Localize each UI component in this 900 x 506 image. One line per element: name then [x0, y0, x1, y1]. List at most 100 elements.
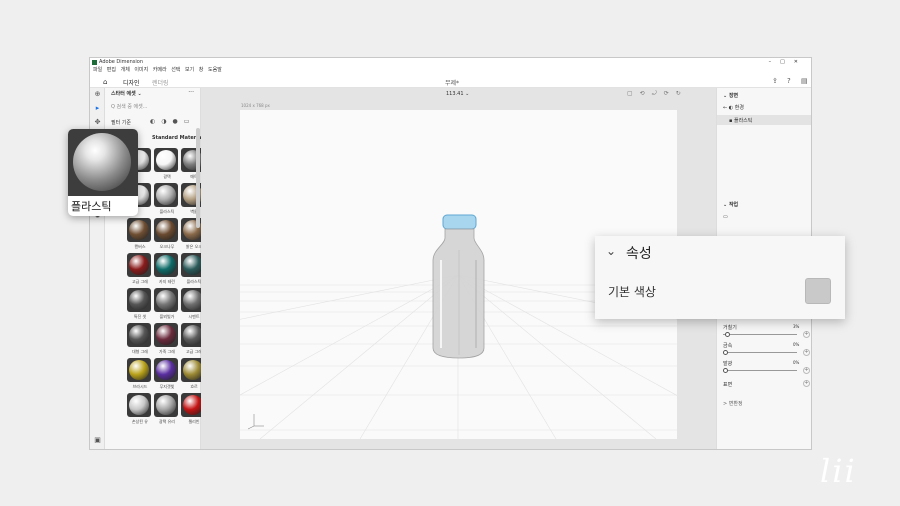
slider-knob[interactable]: [725, 332, 731, 337]
close-icon[interactable]: ✕: [794, 59, 807, 65]
menu-help[interactable]: 도움말: [208, 67, 222, 73]
material-tile[interactable]: 플뫼빛가: [154, 288, 180, 323]
help-icon[interactable]: ?: [787, 77, 791, 85]
menu-file[interactable]: 파일: [93, 67, 102, 73]
menu-edit[interactable]: 편집: [107, 67, 116, 73]
more-icon[interactable]: ···: [188, 89, 194, 96]
add-icon[interactable]: ⊕: [93, 90, 102, 99]
material-tile[interactable]: 광택 유리: [154, 393, 180, 428]
material-tile[interactable]: 오크나무: [154, 218, 180, 253]
filter-icons[interactable]: ◐◑●▭: [150, 118, 195, 125]
tab-render[interactable]: 렌더링: [152, 78, 169, 87]
material-label: 캔버스: [134, 244, 146, 249]
material-swatch: [127, 218, 151, 242]
preview-label: 플라스틱: [71, 200, 112, 213]
tab-design[interactable]: 디자인: [123, 78, 140, 87]
object-row[interactable]: ▪ 플라스틱: [729, 117, 752, 124]
feedback-icon[interactable]: ▤: [801, 77, 808, 85]
slider-value: 3%: [793, 324, 800, 329]
material-swatch: [127, 323, 151, 347]
material-sphere-icon: [129, 220, 149, 240]
material-label: 카지 테린: [159, 279, 175, 284]
material-sphere-icon: [129, 360, 149, 380]
scrollbar[interactable]: [196, 128, 200, 228]
home-icon[interactable]: ⌂: [103, 78, 107, 86]
bump-label: 표면: [723, 382, 733, 388]
menu-view[interactable]: 보기: [185, 67, 194, 73]
add-bump-icon[interactable]: +: [803, 380, 810, 387]
scene-section[interactable]: ⌄ 장면: [723, 92, 738, 99]
material-sphere-icon: [129, 255, 149, 275]
move-tool-icon[interactable]: ✥: [93, 118, 102, 127]
material-tile[interactable]: 카지 테린: [154, 253, 180, 288]
material-swatch: [154, 183, 178, 207]
transform-section[interactable]: > 변환정: [723, 400, 743, 407]
material-tile[interactable]: 가죽 그레: [154, 323, 180, 358]
viewport-toolbar: 113.41 ⌄ ▢⟲⤾⟳↻: [201, 88, 716, 100]
assets-header[interactable]: 스타터 에셋 ⌄: [111, 90, 142, 97]
slider-track[interactable]: [723, 350, 797, 355]
material-tile[interactable]: 캔버스: [127, 218, 153, 253]
share-icon[interactable]: ⇪: [772, 77, 778, 85]
document-title: 무제*: [445, 80, 460, 87]
material-sphere-icon: [156, 220, 176, 240]
chevron-down-icon[interactable]: ⌄: [606, 244, 616, 258]
material-sphere-icon: [129, 290, 149, 310]
material-label: 브라시드: [132, 384, 148, 389]
add-map-icon[interactable]: +: [803, 367, 810, 374]
material-label: 무지갯빛: [159, 384, 175, 389]
material-tile[interactable]: 무지갯빛: [154, 358, 180, 393]
slider-track[interactable]: [723, 368, 797, 373]
window-controls[interactable]: –□✕: [769, 58, 807, 66]
material-tile[interactable]: 손상된 유: [127, 393, 153, 428]
app-logo-icon: [92, 59, 97, 65]
material-label: 오크나무: [159, 244, 175, 249]
environment-row[interactable]: ← ◐ 환경: [723, 104, 744, 111]
menu-bar: 파일 편집 개체 이미지 카메라 선택 보기 창 도움말: [90, 66, 811, 75]
properties-callout: ⌄ 속성 기본 색상: [595, 236, 845, 319]
material-swatch: [154, 358, 178, 382]
camera-tool-icons[interactable]: ▢⟲⤾⟳↻: [627, 90, 688, 98]
material-sphere-icon: [156, 255, 176, 275]
signature-watermark: lii: [820, 452, 857, 490]
menu-select[interactable]: 선택: [171, 67, 180, 73]
base-color-swatch[interactable]: [805, 278, 831, 304]
title-bar: Adobe Dimension –□✕: [90, 58, 811, 66]
material-label: 대형 그레: [132, 349, 148, 354]
material-tile[interactable]: 대형 그레: [127, 323, 153, 358]
material-tile[interactable]: 고급 그레: [127, 253, 153, 288]
assets-search-input[interactable]: Q 검색 중 에셋...: [111, 103, 147, 110]
material-swatch: [127, 358, 151, 382]
menu-window[interactable]: 창: [199, 67, 204, 73]
material-tile[interactable]: 특진 셋: [127, 288, 153, 323]
material-label: 특진 셋: [133, 314, 147, 319]
material-label: 플뫼빛가: [159, 314, 175, 319]
canvas-dimensions: 1024 x 768 px: [241, 103, 270, 108]
select-tool-icon[interactable]: ▸: [93, 104, 102, 113]
material-tile[interactable]: 브라시드: [127, 358, 153, 393]
maximize-icon[interactable]: □: [780, 59, 794, 65]
add-map-icon[interactable]: +: [803, 349, 810, 356]
properties-title: 속성: [626, 246, 652, 262]
menu-object[interactable]: 개체: [121, 67, 130, 73]
minimize-icon[interactable]: –: [769, 59, 781, 65]
action-icon[interactable]: ▭: [723, 214, 728, 220]
menu-camera[interactable]: 카메라: [153, 67, 167, 73]
material-sphere-icon: [183, 220, 203, 240]
slider-knob[interactable]: [723, 368, 728, 373]
bottle[interactable]: [432, 214, 485, 359]
object-label: 플라스틱: [733, 118, 753, 124]
scene-section-label: 장면: [728, 93, 739, 99]
zoom-select[interactable]: 113.41 ⌄: [446, 91, 469, 97]
menu-image[interactable]: 이미지: [134, 67, 148, 73]
actions-section[interactable]: ⌄ 작업: [723, 201, 738, 208]
slider-track[interactable]: [723, 332, 797, 337]
material-swatch: [127, 288, 151, 312]
add-map-icon[interactable]: +: [803, 331, 810, 338]
library-icon[interactable]: ▣: [93, 436, 102, 445]
slider-label: 금속: [723, 343, 733, 349]
material-tile[interactable]: 광택: [154, 148, 180, 183]
material-tile[interactable]: 플라스틱: [154, 183, 180, 218]
slider-knob[interactable]: [723, 350, 728, 355]
window-title: Adobe Dimension: [99, 59, 143, 65]
